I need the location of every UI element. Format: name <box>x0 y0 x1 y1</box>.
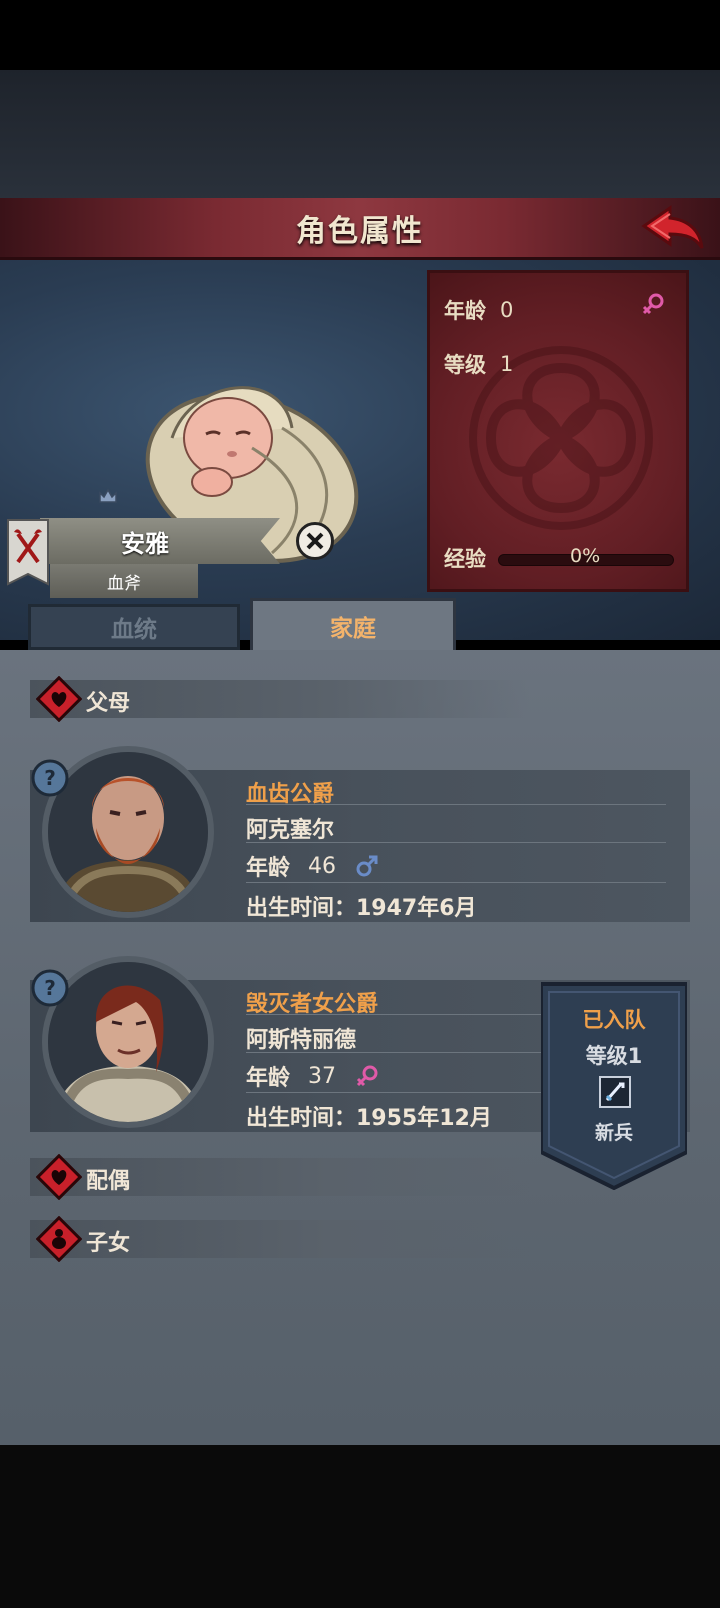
member-age: 年龄 46 <box>246 850 380 882</box>
svg-text:?: ? <box>44 766 56 790</box>
team-badge[interactable]: 已入队 等级1 新兵 <box>541 982 687 1190</box>
character-name: 安雅 <box>121 529 169 558</box>
heart-icon <box>36 676 82 722</box>
member-name: 阿克塞尔 <box>246 818 335 843</box>
male-icon <box>356 855 378 877</box>
close-button[interactable] <box>296 522 334 560</box>
help-icon[interactable]: ? <box>30 968 70 1008</box>
crown-icon <box>99 488 117 503</box>
age-value: 0 <box>500 298 514 322</box>
female-icon <box>642 293 664 315</box>
level-value: 1 <box>500 352 514 376</box>
children-title: 子女 <box>86 1231 131 1256</box>
close-icon <box>306 532 324 550</box>
divider <box>246 804 666 805</box>
clan-name: 血斧 <box>107 573 141 594</box>
tab-family[interactable]: 家庭 <box>250 598 456 650</box>
tab-bloodline[interactable]: 血统 <box>28 604 240 650</box>
age-label: 年龄 <box>246 856 291 881</box>
page-title: 角色属性 <box>296 213 424 249</box>
parents-header: 父母 <box>30 676 530 722</box>
character-hero: 安雅 血斧 年龄 0 等级 1 经验 0% <box>0 260 720 640</box>
member-card-father[interactable]: ? 血齿公爵 阿克塞尔 年龄 46 出生时间：1947年6月 <box>30 746 690 922</box>
member-birth: 出生时间：1955年12月 <box>246 1106 492 1131</box>
age-label: 年龄 <box>444 299 486 323</box>
bottom-bar-area <box>0 1445 720 1608</box>
member-name: 阿斯特丽德 <box>246 1028 357 1053</box>
member-birth: 出生时间：1947年6月 <box>246 896 477 921</box>
svg-text:?: ? <box>44 976 56 1000</box>
title-bar: 角色属性 <box>0 198 720 260</box>
spouse-title: 配偶 <box>86 1169 131 1194</box>
child-icon <box>36 1216 82 1262</box>
age-row: 年龄 0 <box>444 295 513 325</box>
exp-row: 经验 <box>444 543 486 573</box>
spouse-header: 配偶 <box>30 1154 530 1200</box>
team-role: 新兵 <box>594 1122 633 1144</box>
status-bar-area <box>0 0 720 70</box>
sword-icon <box>599 1076 631 1108</box>
age-value: 37 <box>308 1063 337 1089</box>
exp-label: 经验 <box>444 547 486 571</box>
top-backdrop <box>0 70 720 200</box>
age-value: 46 <box>308 853 337 879</box>
parents-title: 父母 <box>86 691 131 716</box>
exp-value: 0% <box>570 545 601 567</box>
level-row: 等级 1 <box>444 349 513 379</box>
clan-plate: 血斧 <box>50 564 198 598</box>
divider <box>246 1014 546 1015</box>
name-ribbon: 安雅 <box>40 518 280 564</box>
clan-flag-icon <box>7 519 49 586</box>
tab-bar: 血统 家庭 <box>28 598 468 650</box>
level-label: 等级 <box>444 353 486 377</box>
children-header: 子女 <box>30 1216 530 1262</box>
help-icon[interactable]: ? <box>30 758 70 798</box>
female-icon <box>356 1065 378 1087</box>
father-avatar <box>48 752 208 912</box>
team-status: 已入队 <box>582 1008 646 1032</box>
heart-icon <box>36 1154 82 1200</box>
member-age: 年龄 37 <box>246 1060 380 1092</box>
divider <box>246 1052 546 1053</box>
mother-avatar <box>48 962 208 1122</box>
name-banner: 安雅 血斧 <box>0 518 285 598</box>
age-label: 年龄 <box>246 1066 291 1091</box>
divider <box>246 842 666 843</box>
divider <box>246 1092 546 1093</box>
back-arrow-icon[interactable] <box>640 204 706 252</box>
team-level: 等级1 <box>585 1044 643 1068</box>
divider <box>246 882 666 883</box>
stat-panel: 年龄 0 等级 1 经验 0% <box>427 270 689 592</box>
